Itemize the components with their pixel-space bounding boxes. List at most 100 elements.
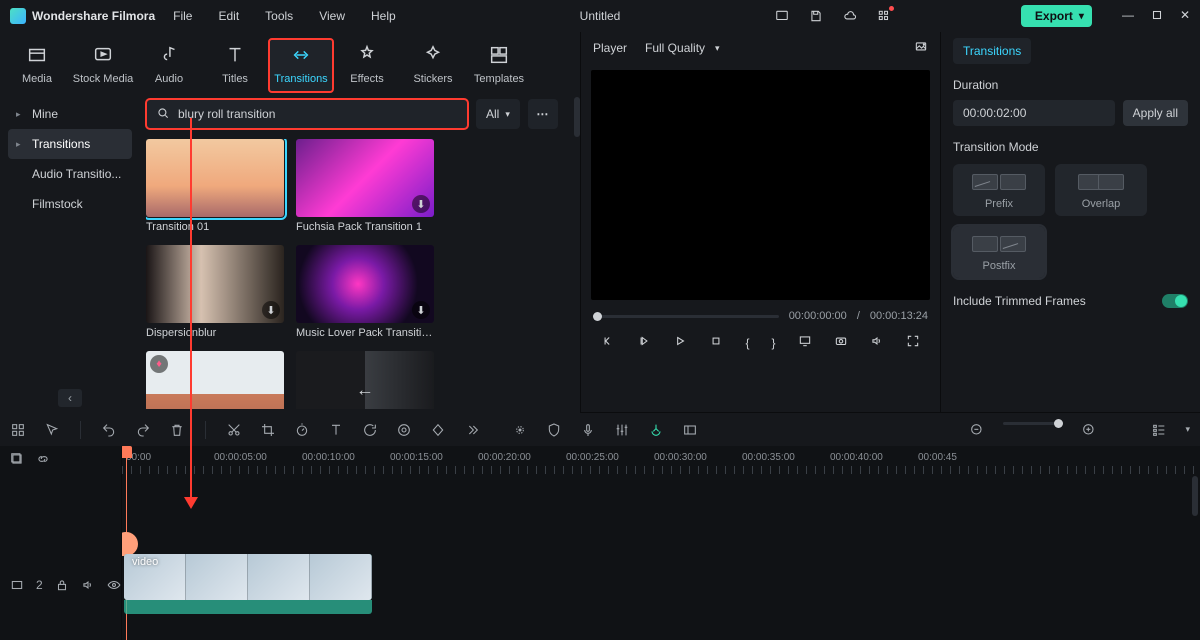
nav-stickers[interactable]: Stickers bbox=[400, 38, 466, 93]
marker-icon[interactable] bbox=[512, 422, 528, 438]
mode-prefix[interactable]: Prefix bbox=[953, 164, 1045, 216]
menu-edit[interactable]: Edit bbox=[218, 9, 239, 23]
minimize-button[interactable]: — bbox=[1122, 8, 1134, 25]
nav-effects[interactable]: Effects bbox=[334, 38, 400, 93]
cat-mine[interactable]: ▸Mine bbox=[8, 99, 132, 129]
search-box[interactable] bbox=[146, 99, 468, 129]
link-icon[interactable] bbox=[36, 452, 50, 469]
crop-icon[interactable] bbox=[260, 422, 276, 438]
download-icon[interactable]: ⬇ bbox=[262, 301, 280, 319]
filter-all-dropdown[interactable]: All▾ bbox=[476, 99, 520, 129]
pointer-icon[interactable] bbox=[44, 422, 60, 438]
menu-tools[interactable]: Tools bbox=[265, 9, 293, 23]
thumb-item[interactable]: ⬇Music Lover Pack Transition ... bbox=[296, 245, 434, 339]
more-options-button[interactable]: ⋯ bbox=[528, 99, 558, 129]
mode-overlap[interactable]: Overlap bbox=[1055, 164, 1147, 216]
duration-input[interactable]: 00:00:02:00 bbox=[953, 100, 1115, 126]
nav-audio[interactable]: Audio bbox=[136, 38, 202, 93]
thumb-item[interactable]: ← bbox=[296, 351, 434, 409]
thumb-item[interactable]: Transition 01 bbox=[146, 139, 284, 233]
magnet-icon[interactable] bbox=[648, 422, 664, 438]
speed-icon[interactable] bbox=[294, 422, 310, 438]
video-clip[interactable]: video bbox=[124, 554, 372, 600]
thumb-image[interactable]: ← bbox=[296, 351, 434, 409]
view-options-chevron-icon[interactable]: ▾ bbox=[1185, 422, 1190, 438]
shield-icon[interactable] bbox=[546, 422, 562, 438]
edit-mode-icon[interactable] bbox=[10, 422, 26, 438]
text-icon[interactable] bbox=[328, 422, 344, 438]
thumb-image[interactable] bbox=[146, 139, 284, 217]
maximize-button[interactable] bbox=[1150, 8, 1164, 25]
display-icon[interactable] bbox=[798, 334, 812, 351]
download-icon[interactable]: ⬇ bbox=[412, 301, 430, 319]
nav-templates[interactable]: Templates bbox=[466, 38, 532, 93]
keyframe-icon[interactable] bbox=[430, 422, 446, 438]
mic-icon[interactable] bbox=[580, 422, 596, 438]
transition-chip[interactable] bbox=[122, 532, 138, 556]
thumb-image[interactable]: ⬇ bbox=[296, 139, 434, 217]
audio-mix-icon[interactable] bbox=[614, 422, 630, 438]
mark-in-button[interactable]: { bbox=[745, 336, 749, 350]
thumb-item[interactable]: ⬇Dispersionblur bbox=[146, 245, 284, 339]
zoom-in-icon[interactable] bbox=[1081, 422, 1097, 438]
rotate-icon[interactable] bbox=[362, 422, 378, 438]
cat-transitions[interactable]: ▸Transitions bbox=[8, 129, 132, 159]
include-trim-toggle[interactable] bbox=[1162, 294, 1188, 308]
track-visible-icon[interactable] bbox=[107, 578, 121, 595]
delete-icon[interactable] bbox=[169, 422, 185, 438]
seek-slider[interactable] bbox=[593, 315, 779, 318]
save-icon[interactable] bbox=[809, 9, 823, 23]
nav-titles[interactable]: Titles bbox=[202, 38, 268, 93]
grid-scrollbar[interactable] bbox=[574, 97, 580, 137]
thumb-image[interactable]: ⬇ bbox=[296, 245, 434, 323]
close-button[interactable]: ✕ bbox=[1180, 8, 1190, 25]
aspect-icon[interactable] bbox=[682, 422, 698, 438]
menu-file[interactable]: File bbox=[173, 9, 192, 23]
fullscreen-icon[interactable] bbox=[906, 334, 920, 351]
mode-postfix[interactable]: Postfix bbox=[953, 226, 1045, 278]
play-backward-button[interactable] bbox=[637, 334, 651, 351]
track-video-icon[interactable] bbox=[10, 578, 24, 595]
nav-transitions[interactable]: Transitions bbox=[268, 38, 334, 93]
thumb-item[interactable]: ⬇Fuchsia Pack Transition 1 bbox=[296, 139, 434, 233]
zoom-slider[interactable] bbox=[1003, 422, 1063, 425]
prev-frame-button[interactable] bbox=[601, 334, 615, 351]
stop-button[interactable] bbox=[709, 334, 723, 351]
favorite-icon[interactable]: ♦ bbox=[150, 355, 168, 373]
nav-media[interactable]: Media bbox=[4, 38, 70, 93]
search-input[interactable] bbox=[178, 107, 458, 121]
track-mute-icon[interactable] bbox=[81, 578, 95, 595]
cut-icon[interactable] bbox=[226, 422, 242, 438]
play-button[interactable] bbox=[673, 334, 687, 351]
view-options-icon[interactable] bbox=[1151, 422, 1167, 438]
layout-icon[interactable] bbox=[775, 9, 789, 23]
cloud-icon[interactable] bbox=[843, 9, 857, 23]
preview-area[interactable] bbox=[591, 70, 930, 300]
snapshot-icon[interactable] bbox=[914, 40, 928, 57]
track-lock-icon[interactable] bbox=[55, 578, 69, 595]
track-manage-icon[interactable] bbox=[10, 452, 24, 469]
export-button[interactable]: Export▾ bbox=[1021, 5, 1092, 27]
camera-icon[interactable] bbox=[834, 334, 848, 351]
timeline-body[interactable]: 00:0000:00:05:0000:00:10:0000:00:15:0000… bbox=[122, 446, 1200, 640]
color-icon[interactable] bbox=[396, 422, 412, 438]
quality-dropdown[interactable]: Full Quality▾ bbox=[645, 41, 720, 55]
props-tab-transitions[interactable]: Transitions bbox=[953, 38, 1031, 64]
zoom-out-icon[interactable] bbox=[969, 422, 985, 438]
thumb-image[interactable]: ⬇ bbox=[146, 245, 284, 323]
mark-out-button[interactable]: } bbox=[772, 336, 776, 350]
cat-filmstock[interactable]: ▸Filmstock bbox=[8, 189, 132, 219]
collapse-sidebar-button[interactable]: ‹ bbox=[58, 389, 82, 407]
time-ruler[interactable]: 00:0000:00:05:0000:00:10:0000:00:15:0000… bbox=[122, 446, 1200, 476]
timeline-scrollbar[interactable] bbox=[1192, 476, 1198, 516]
clip-audio-wave[interactable] bbox=[124, 600, 372, 614]
volume-icon[interactable] bbox=[870, 334, 884, 351]
menu-help[interactable]: Help bbox=[371, 9, 396, 23]
thumb-image[interactable]: ♦ bbox=[146, 351, 284, 409]
nav-stock-media[interactable]: Stock Media bbox=[70, 38, 136, 93]
cat-audio-transitions[interactable]: ▸Audio Transitio... bbox=[8, 159, 132, 189]
apply-all-button[interactable]: Apply all bbox=[1123, 100, 1188, 126]
redo-icon[interactable] bbox=[135, 422, 151, 438]
menu-view[interactable]: View bbox=[319, 9, 345, 23]
thumb-item[interactable]: ♦ bbox=[146, 351, 284, 409]
